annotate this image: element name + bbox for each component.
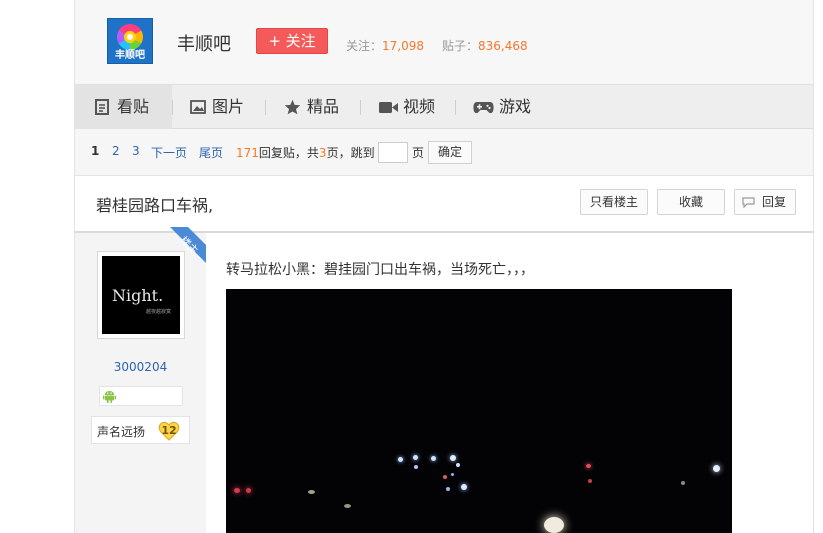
page-2-link[interactable]: 2 — [112, 144, 120, 158]
badge-row — [99, 386, 183, 406]
user-level[interactable]: 声名远扬 12 — [91, 416, 190, 444]
level-name: 声名远扬 — [97, 425, 146, 439]
tab-posts-label: 看贴 — [117, 97, 150, 116]
reply-count: 171 — [236, 146, 259, 160]
reply-summary: 171回复贴，共3页，跳到 — [236, 146, 375, 160]
jump-page-input[interactable] — [378, 142, 408, 163]
pager: 1 2 3 下一页 尾页 171回复贴，共3页，跳到 页 确定 — [75, 129, 813, 175]
level-badge: 12 — [158, 420, 180, 442]
tab-videos[interactable]: 视频 — [361, 85, 453, 129]
tab-featured[interactable]: 精品 — [266, 85, 360, 129]
forum-nav: 看贴 图片 精品 视频 游戏 — [75, 84, 813, 129]
page-unit: 页 — [412, 146, 425, 160]
follow-button[interactable]: + 关注 — [256, 28, 328, 54]
page-current: 1 — [91, 144, 100, 158]
tab-posts[interactable]: 看贴 — [75, 85, 172, 129]
level-number: 12 — [161, 424, 177, 437]
logo-text: 丰顺吧 — [115, 50, 145, 61]
forum-frame: 丰顺吧 丰顺吧 + 关注 关注：17,098 贴子：836,468 看贴 图片 — [74, 0, 814, 533]
post-content: 转马拉松小黑：碧挂园门口出车祸，当场死亡，，， — [206, 233, 813, 533]
only-op-button[interactable]: 只看楼主 — [580, 189, 648, 215]
posts-count: 836,468 — [478, 39, 528, 53]
reply-button-label: 回复 — [762, 195, 787, 209]
posts-label: 贴子： — [442, 39, 479, 53]
avatar[interactable]: Night. 越夜越寂寞 — [97, 251, 185, 339]
forum-stats: 关注：17,098 贴子：836,468 — [346, 37, 528, 54]
image-icon — [190, 100, 206, 114]
tab-images[interactable]: 图片 — [173, 85, 263, 129]
tab-games-label: 游戏 — [499, 97, 532, 116]
tab-videos-label: 视频 — [403, 97, 436, 116]
forum-logo[interactable]: 丰顺吧 — [107, 18, 153, 64]
avatar-text: Night. — [112, 286, 164, 305]
post-text: 转马拉松小黑：碧挂园门口出车祸，当场死亡，，， — [226, 262, 534, 278]
followers-label: 关注： — [346, 39, 383, 53]
android-badge-icon[interactable] — [102, 389, 117, 403]
last-page-link[interactable]: 尾页 — [199, 144, 223, 161]
thread-title: 碧桂园路口车祸, — [96, 196, 214, 215]
total-pages: 3 — [318, 146, 327, 160]
video-camera-icon — [379, 102, 398, 113]
followers-count: 17,098 — [382, 39, 425, 53]
gamepad-icon — [473, 102, 494, 114]
video-player[interactable] — [226, 289, 732, 533]
favorite-button[interactable]: 收藏 — [657, 189, 725, 215]
username-link[interactable]: 3000204 — [75, 360, 206, 374]
avatar-subtext: 越夜越寂寞 — [146, 309, 172, 315]
tab-images-label: 图片 — [212, 97, 245, 116]
next-page-link[interactable]: 下一页 — [151, 144, 187, 161]
forum-header: 丰顺吧 丰顺吧 + 关注 关注：17,098 贴子：836,468 — [75, 0, 813, 84]
tab-games[interactable]: 游戏 — [456, 85, 546, 129]
forum-name[interactable]: 丰顺吧 — [177, 30, 231, 56]
star-icon — [284, 99, 301, 115]
tab-featured-label: 精品 — [307, 97, 340, 116]
author-info: Night. 越夜越寂寞 3000204 声名远扬 12 — [75, 233, 206, 533]
page-3-link[interactable]: 3 — [132, 144, 140, 158]
confirm-jump-button[interactable]: 确定 — [428, 141, 472, 164]
document-icon — [95, 99, 109, 115]
speech-bubble-icon — [742, 197, 755, 208]
thread-title-bar: 碧桂园路口车祸, 只看楼主 收藏 回复 — [75, 175, 813, 233]
reply-button[interactable]: 回复 — [734, 189, 796, 215]
